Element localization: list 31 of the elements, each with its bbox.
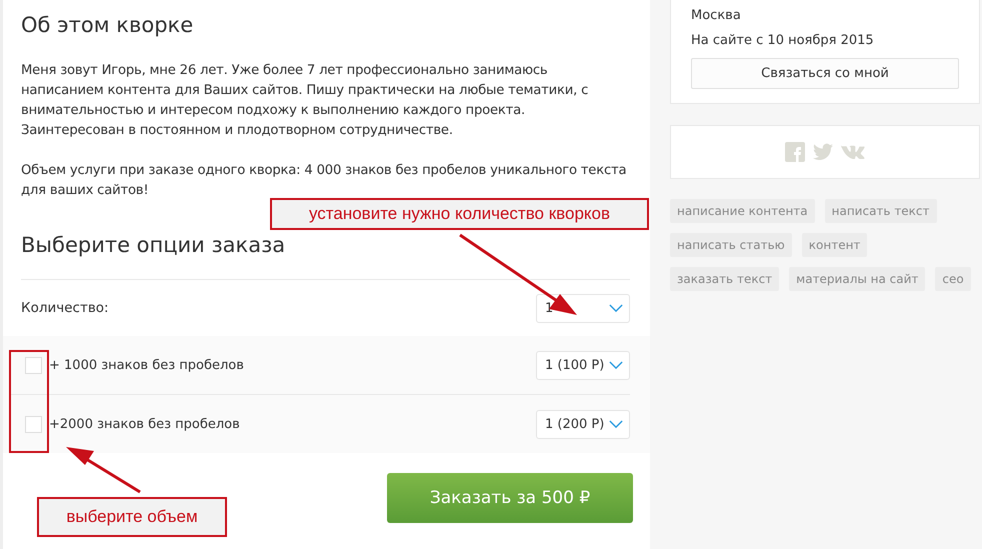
order-button[interactable]: Заказать за 500 ₽ (387, 473, 633, 523)
chevron-down-icon (609, 304, 623, 312)
member-since-text: На сайте с 10 ноября 2015 (691, 33, 875, 48)
vk-icon[interactable] (841, 145, 865, 159)
option-label: +2000 знаков без пробелов (49, 416, 241, 432)
option-select[interactable]: 1 (100 Р) (536, 350, 630, 380)
tag[interactable]: материалы на сайт (789, 267, 926, 291)
quantity-select[interactable]: 1 (536, 294, 630, 322)
quantity-label: Количество: (21, 300, 109, 316)
facebook-icon[interactable] (785, 142, 805, 162)
section-title: Об этом кворке (21, 13, 194, 37)
contact-button[interactable]: Связаться со мной (691, 58, 959, 89)
annotation-callout: установите нужно количество кворков (270, 198, 649, 230)
description-paragraph: Меня зовут Игорь, мне 26 лет. Уже более 7 лет профессионально занимаюсь написанием контента для Ваших сайтов. Пишу практически на любые тематики, с внимательностью и интересом подхожу к выполнению каждого проекта. Заинтересован в постоянном и плодотворном сотрудничестве. (21, 62, 590, 140)
annotation-callout: выберите объем (37, 497, 227, 537)
chevron-down-icon (609, 360, 623, 370)
tag[interactable]: контент (802, 233, 868, 257)
tag[interactable]: написать текст (824, 199, 937, 223)
chevron-down-icon (609, 420, 623, 428)
tag[interactable]: написать статью (670, 233, 792, 257)
tag[interactable]: заказать текст (670, 267, 780, 291)
description-paragraph: Объем услуги при заказе одного кворка: 4 000 знаков без пробелов уникального текста для ваших сайтов! (21, 162, 628, 200)
checkbox[interactable] (25, 356, 42, 374)
checkbox[interactable] (25, 416, 42, 432)
twitter-icon[interactable] (813, 142, 833, 162)
option-select[interactable]: 1 (200 Р) (536, 410, 630, 438)
tag[interactable]: написание контента (670, 199, 815, 223)
tag[interactable]: сео (935, 267, 971, 291)
section-title: Выберите опции заказа (21, 233, 286, 257)
city-text: Москва (691, 8, 742, 23)
option-label: + 1000 знаков без пробелов (49, 358, 245, 372)
